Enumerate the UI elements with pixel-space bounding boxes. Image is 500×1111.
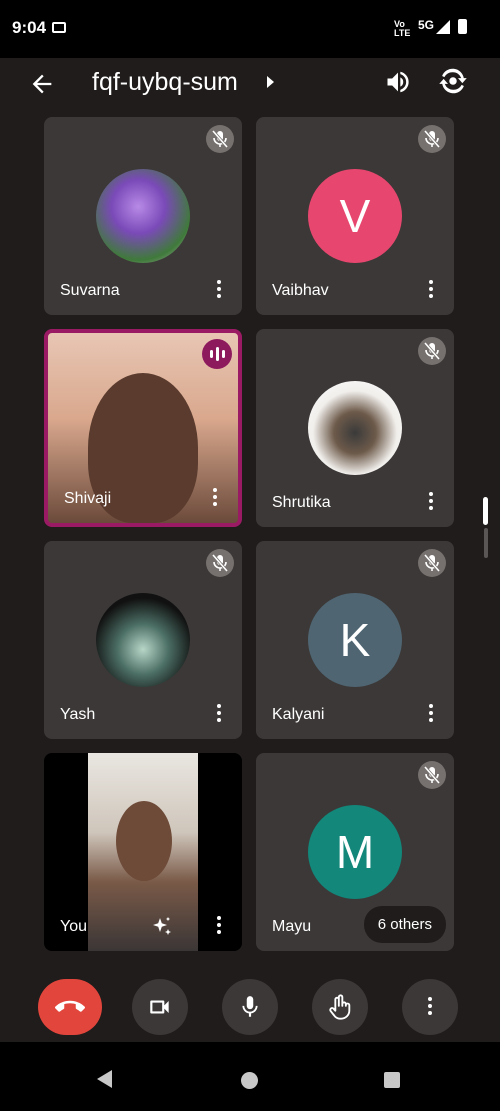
mic-off-icon [418, 125, 446, 153]
self-video-feed [88, 753, 198, 951]
app-bar: fqf-uybq-sum [0, 58, 500, 110]
avatar-roses-image [96, 169, 190, 263]
more-vert-icon[interactable] [212, 488, 218, 508]
participant-tile-kalyani[interactable]: K Kalyani [256, 541, 454, 739]
end-call-icon [55, 1000, 85, 1012]
call-controls [0, 962, 500, 1042]
network-5g-label: 5G [418, 18, 435, 32]
participant-tile-shrutika[interactable]: Shrutika [256, 329, 454, 527]
cast-icon [52, 22, 66, 33]
scrollbar-track [484, 528, 488, 558]
caret-right-icon[interactable] [267, 76, 274, 88]
avatar-letter: K [308, 593, 402, 687]
nav-back-icon[interactable] [97, 1070, 112, 1088]
avatar-letter: V [308, 169, 402, 263]
system-nav-bar [0, 1042, 500, 1111]
others-count-button[interactable]: 6 others [363, 906, 446, 943]
avatar-statue-image [308, 381, 402, 475]
microphone-button[interactable] [222, 979, 278, 1035]
avatar-letter: M [308, 805, 402, 899]
participant-name: Shivaji [64, 490, 112, 507]
participant-tile-self[interactable]: You [44, 753, 242, 951]
mic-off-icon [418, 337, 446, 365]
participant-name: Mayu [272, 918, 312, 935]
battery-icon [458, 19, 467, 34]
camera-button[interactable] [132, 979, 188, 1035]
participant-name: You [60, 918, 87, 935]
mic-off-icon [206, 125, 234, 153]
more-vert-icon[interactable] [428, 704, 434, 724]
nav-home-icon[interactable] [241, 1072, 258, 1089]
switch-camera-icon[interactable] [438, 66, 468, 96]
mic-icon [242, 996, 258, 1017]
speaker-icon[interactable] [384, 68, 412, 96]
effects-sparkle-icon[interactable] [150, 915, 174, 939]
videocam-icon [150, 1000, 169, 1014]
meeting-code-title[interactable]: fqf-uybq-sum [92, 68, 238, 97]
more-vert-icon[interactable] [428, 280, 434, 300]
participant-tile-yash[interactable]: Yash [44, 541, 242, 739]
back-arrow-icon[interactable] [28, 70, 56, 98]
participant-name: Shrutika [272, 494, 331, 511]
participant-tile-suvarna[interactable]: Suvarna [44, 117, 242, 315]
participant-tile-shivaji[interactable]: Shivaji [44, 329, 242, 527]
participant-tile-mayu[interactable]: M Mayu 6 others [256, 753, 454, 951]
participant-tile-vaibhav[interactable]: V Vaibhav [256, 117, 454, 315]
mic-off-icon [206, 549, 234, 577]
participant-name: Kalyani [272, 706, 325, 723]
participant-name: Vaibhav [272, 282, 329, 299]
mic-off-icon [418, 549, 446, 577]
raise-hand-button[interactable] [312, 979, 368, 1035]
more-vert-icon[interactable] [216, 704, 222, 724]
more-options-button[interactable] [402, 979, 458, 1035]
status-bar: 9:04 Vo LTE 5G [0, 0, 500, 58]
participant-name: Suvarna [60, 282, 120, 299]
more-vert-icon[interactable] [216, 916, 222, 936]
more-vert-icon[interactable] [216, 280, 222, 300]
more-vert-icon[interactable] [428, 492, 434, 512]
nav-recents-icon[interactable] [384, 1072, 400, 1088]
avatar-man-image [96, 593, 190, 687]
speaking-indicator-icon [202, 339, 232, 369]
volte-indicator: Vo LTE [394, 19, 411, 38]
raise-hand-icon [329, 994, 351, 1020]
mic-off-icon [418, 761, 446, 789]
signal-icon [436, 20, 450, 34]
scrollbar-thumb[interactable] [483, 497, 488, 525]
participant-name: Yash [60, 706, 96, 723]
status-time: 9:04 [12, 18, 47, 37]
end-call-button[interactable] [38, 979, 102, 1035]
more-vert-icon [427, 997, 433, 1017]
